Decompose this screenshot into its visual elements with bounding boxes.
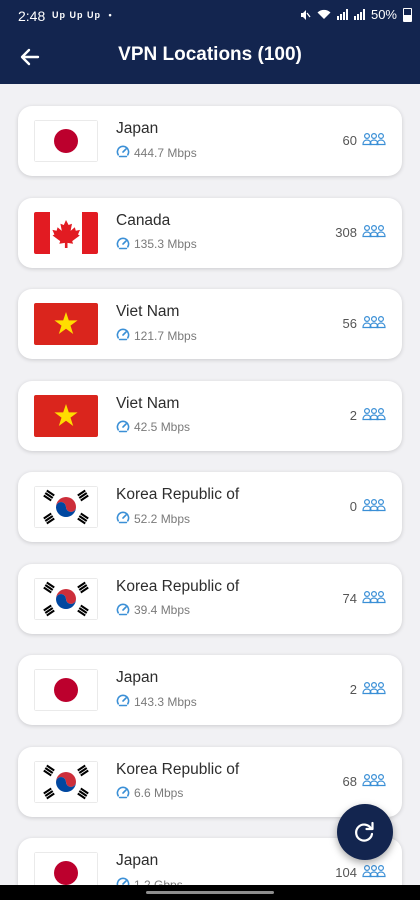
country-name: Canada bbox=[116, 211, 171, 229]
users-icon bbox=[362, 773, 386, 790]
speed-value: 1.2 Gbps bbox=[134, 877, 183, 886]
japan-flag-icon bbox=[34, 120, 98, 162]
speedometer-icon bbox=[116, 785, 130, 802]
network-activity-labels: Up Up Up • bbox=[52, 10, 113, 20]
speed-value: 143.3 Mbps bbox=[134, 694, 197, 709]
speedometer-icon bbox=[116, 510, 130, 527]
server-list[interactable]: Japan 444.7 Mbps 60 Canada 135.3 Mbps 308 Viet… bbox=[0, 84, 420, 885]
server-card[interactable]: Japan 143.3 Mbps 2 bbox=[18, 655, 402, 725]
server-card[interactable]: Korea Republic of 52.2 Mbps 0 bbox=[18, 472, 402, 542]
mute-icon bbox=[300, 9, 311, 20]
server-card[interactable]: Korea Republic of 39.4 Mbps 74 bbox=[18, 563, 402, 634]
server-card[interactable]: Japan 444.7 Mbps 60 bbox=[18, 106, 402, 176]
user-count: 0 bbox=[350, 498, 386, 515]
server-speed: 135.3 Mbps bbox=[116, 236, 197, 253]
speed-value: 6.6 Mbps bbox=[134, 786, 184, 800]
user-count: 104 bbox=[335, 864, 386, 881]
users-icon bbox=[362, 681, 386, 698]
server-speed: 39.4 Mbps bbox=[116, 602, 190, 619]
server-speed: 1.2 Gbps bbox=[116, 876, 183, 885]
korea-flag-icon bbox=[34, 760, 98, 803]
users-icon bbox=[362, 407, 386, 424]
country-name: Viet Nam bbox=[116, 303, 180, 320]
speed-value: 444.7 Mbps bbox=[134, 145, 197, 160]
users-icon bbox=[362, 315, 386, 332]
user-count: 2 bbox=[350, 407, 386, 424]
speed-value: 121.7 Mbps bbox=[134, 328, 197, 343]
signal-icon-2 bbox=[353, 9, 365, 20]
server-speed: 143.3 Mbps bbox=[116, 693, 197, 710]
status-icons: 50% bbox=[299, 7, 412, 22]
japan-flag-icon bbox=[34, 669, 98, 711]
country-name: Korea Republic of bbox=[116, 486, 240, 503]
speedometer-icon bbox=[116, 419, 130, 436]
refresh-icon bbox=[355, 821, 374, 842]
users-icon bbox=[362, 590, 386, 607]
speed-value: 135.3 Mbps bbox=[134, 237, 197, 251]
korea-flag-icon bbox=[34, 577, 98, 620]
status-bar: 2:48 Up Up Up • 50% bbox=[0, 0, 420, 30]
korea-flag-icon bbox=[34, 486, 98, 528]
speedometer-icon bbox=[116, 236, 130, 253]
user-count-value: 0 bbox=[349, 499, 357, 514]
country-name: Japan bbox=[116, 120, 159, 137]
speedometer-icon bbox=[116, 144, 130, 161]
japan-flag-icon bbox=[34, 852, 98, 885]
country-name: Japan bbox=[116, 852, 159, 869]
speedometer-icon bbox=[116, 602, 130, 619]
server-card[interactable]: Korea Republic of 6.6 Mbps 68 bbox=[18, 746, 402, 817]
user-count: 56 bbox=[343, 315, 386, 332]
battery-percent: 50% bbox=[370, 7, 397, 22]
server-speed: 121.7 Mbps bbox=[116, 327, 197, 344]
user-count: 60 bbox=[343, 132, 386, 149]
vietnam-flag-icon bbox=[34, 394, 98, 437]
refresh-button[interactable] bbox=[337, 804, 393, 860]
system-nav-bar bbox=[0, 885, 420, 900]
server-card[interactable]: Viet Nam 121.7 Mbps 56 bbox=[18, 289, 402, 359]
home-indicator[interactable] bbox=[146, 891, 274, 894]
notification-dot: • bbox=[108, 10, 113, 20]
user-count: 2 bbox=[350, 681, 386, 698]
users-icon bbox=[362, 132, 386, 149]
server-speed: 42.5 Mbps bbox=[116, 419, 190, 436]
users-icon bbox=[362, 498, 386, 515]
user-count-value: 74 bbox=[342, 590, 357, 606]
user-count: 68 bbox=[343, 773, 386, 790]
signal-icon-1 bbox=[336, 9, 348, 20]
vietnam-flag-icon bbox=[34, 303, 98, 345]
user-count-value: 56 bbox=[342, 316, 357, 331]
canada-flag-icon bbox=[34, 211, 98, 254]
server-card[interactable]: Canada 135.3 Mbps 308 bbox=[18, 197, 402, 268]
speedometer-icon bbox=[116, 876, 130, 885]
user-count-value: 2 bbox=[349, 682, 357, 697]
app-bar: VPN Locations (100) bbox=[0, 30, 420, 84]
status-time: 2:48 bbox=[18, 8, 46, 24]
speed-value: 42.5 Mbps bbox=[134, 420, 191, 434]
user-count-value: 308 bbox=[335, 224, 357, 240]
user-count: 74 bbox=[343, 590, 386, 607]
country-name: Korea Republic of bbox=[116, 577, 240, 595]
wifi-icon bbox=[317, 9, 331, 19]
country-name: Korea Republic of bbox=[116, 760, 240, 778]
server-speed: 52.2 Mbps bbox=[116, 510, 190, 527]
network-activity-text: Up Up Up bbox=[52, 10, 101, 20]
speedometer-icon bbox=[116, 693, 130, 710]
users-icon bbox=[362, 224, 386, 241]
user-count-value: 104 bbox=[335, 865, 357, 880]
user-count-value: 68 bbox=[342, 773, 357, 789]
speedometer-icon bbox=[116, 327, 130, 344]
speed-value: 39.4 Mbps bbox=[134, 603, 191, 617]
battery-icon bbox=[403, 7, 412, 22]
speed-value: 52.2 Mbps bbox=[134, 511, 191, 526]
page-title: VPN Locations (100) bbox=[118, 44, 302, 65]
country-name: Japan bbox=[116, 669, 159, 686]
user-count: 308 bbox=[335, 224, 386, 241]
server-speed: 444.7 Mbps bbox=[116, 144, 197, 161]
country-name: Viet Nam bbox=[116, 394, 180, 412]
users-icon bbox=[362, 864, 386, 881]
server-card[interactable]: Viet Nam 42.5 Mbps 2 bbox=[18, 380, 402, 451]
server-speed: 6.6 Mbps bbox=[116, 785, 183, 802]
user-count-value: 60 bbox=[342, 133, 357, 148]
user-count-value: 2 bbox=[349, 407, 357, 423]
